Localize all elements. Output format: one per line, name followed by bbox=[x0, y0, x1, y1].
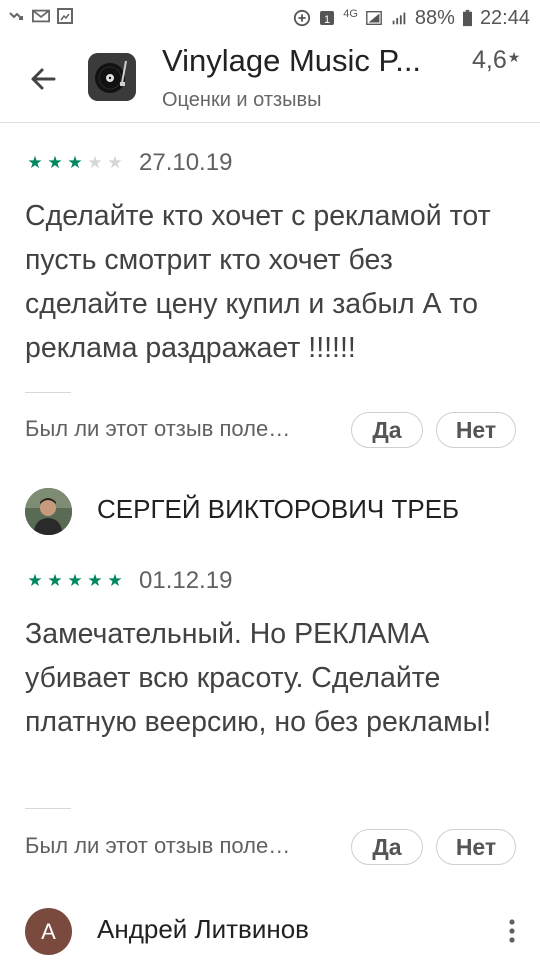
app-title: Vinylage Music P... bbox=[162, 43, 422, 78]
star-filled-icon: ★ bbox=[87, 571, 103, 590]
star-filled-icon: ★ bbox=[27, 571, 43, 590]
app-rating: 4,6 ★ bbox=[472, 46, 520, 75]
star-filled-icon: ★ bbox=[107, 571, 123, 590]
star-filled-icon: ★ bbox=[67, 571, 83, 590]
avatar bbox=[25, 488, 72, 535]
rating-star-icon: ★ bbox=[507, 49, 521, 65]
gallery-icon bbox=[57, 8, 73, 24]
app-rating-value: 4,6 bbox=[472, 46, 507, 74]
review-author-row: СЕРГЕЙ ВИКТОРОВИЧ ТРЕБ bbox=[25, 488, 525, 538]
helpful-question: Был ли этот отзыв поле… bbox=[25, 416, 291, 441]
review-text[interactable]: Замечательный. Но РЕКЛАМА убивает всю кр… bbox=[25, 612, 515, 744]
review-author-name: СЕРГЕЙ ВИКТОРОВИЧ ТРЕБ bbox=[97, 494, 460, 524]
status-bar-left bbox=[8, 7, 74, 25]
divider bbox=[25, 392, 71, 393]
review-date: 01.12.19 bbox=[139, 567, 233, 594]
page-subtitle: Оценки и отзывы bbox=[162, 89, 322, 111]
avatar: А bbox=[25, 908, 72, 955]
network-type: 4G bbox=[343, 8, 358, 20]
missed-call-icon bbox=[9, 12, 23, 20]
review-date: 27.10.19 bbox=[139, 149, 233, 176]
star-empty-icon: ★ bbox=[87, 153, 103, 172]
helpful-row: Был ли этот отзыв поле… Да Нет bbox=[25, 412, 540, 450]
helpful-yes-button[interactable]: Да bbox=[351, 412, 423, 448]
svg-text:1: 1 bbox=[324, 14, 330, 26]
star-rating: ★ ★ ★ ★ ★ bbox=[25, 571, 125, 591]
add-circle-icon bbox=[294, 9, 311, 27]
divider bbox=[25, 808, 71, 809]
status-bar-right: 1 4G 88% 22:44 bbox=[293, 7, 530, 29]
star-filled-icon: ★ bbox=[27, 153, 43, 172]
helpful-no-button[interactable]: Нет bbox=[436, 829, 516, 865]
review-meta: ★ ★ ★ ★ ★ 01.12.19 bbox=[25, 567, 232, 595]
star-empty-icon: ★ bbox=[107, 153, 123, 172]
battery-icon bbox=[462, 9, 472, 27]
star-filled-icon: ★ bbox=[47, 153, 63, 172]
signal-bars-icon bbox=[392, 12, 406, 25]
helpful-row: Был ли этот отзыв поле… Да Нет bbox=[25, 829, 540, 867]
app-bar: Vinylage Music P... Оценки и отзывы 4,6 … bbox=[0, 38, 540, 123]
star-filled-icon: ★ bbox=[67, 153, 83, 172]
signal-icon bbox=[366, 11, 382, 25]
review-text[interactable]: Сделайте кто хочет с рекламой тот пусть … bbox=[25, 194, 515, 370]
star-filled-icon: ★ bbox=[47, 571, 63, 590]
helpful-yes-button[interactable]: Да bbox=[351, 829, 423, 865]
app-icon[interactable] bbox=[88, 53, 136, 101]
helpful-no-button[interactable]: Нет bbox=[436, 412, 516, 448]
more-options-icon[interactable] bbox=[507, 916, 517, 946]
review-meta: ★ ★ ★ ★ ★ 27.10.19 bbox=[25, 149, 232, 177]
star-rating: ★ ★ ★ ★ ★ bbox=[25, 153, 125, 173]
battery-percent: 88% bbox=[414, 7, 455, 29]
clock: 22:44 bbox=[479, 7, 530, 29]
helpful-question: Был ли этот отзыв поле… bbox=[25, 833, 291, 858]
mail-icon bbox=[32, 9, 50, 23]
back-arrow-icon[interactable] bbox=[26, 62, 60, 96]
review-author-row: А Андрей Литвинов bbox=[25, 908, 525, 958]
sim-icon: 1 bbox=[320, 11, 335, 26]
review-author-name: Андрей Литвинов bbox=[97, 914, 309, 944]
status-bar: 1 4G 88% 22:44 bbox=[0, 0, 540, 38]
